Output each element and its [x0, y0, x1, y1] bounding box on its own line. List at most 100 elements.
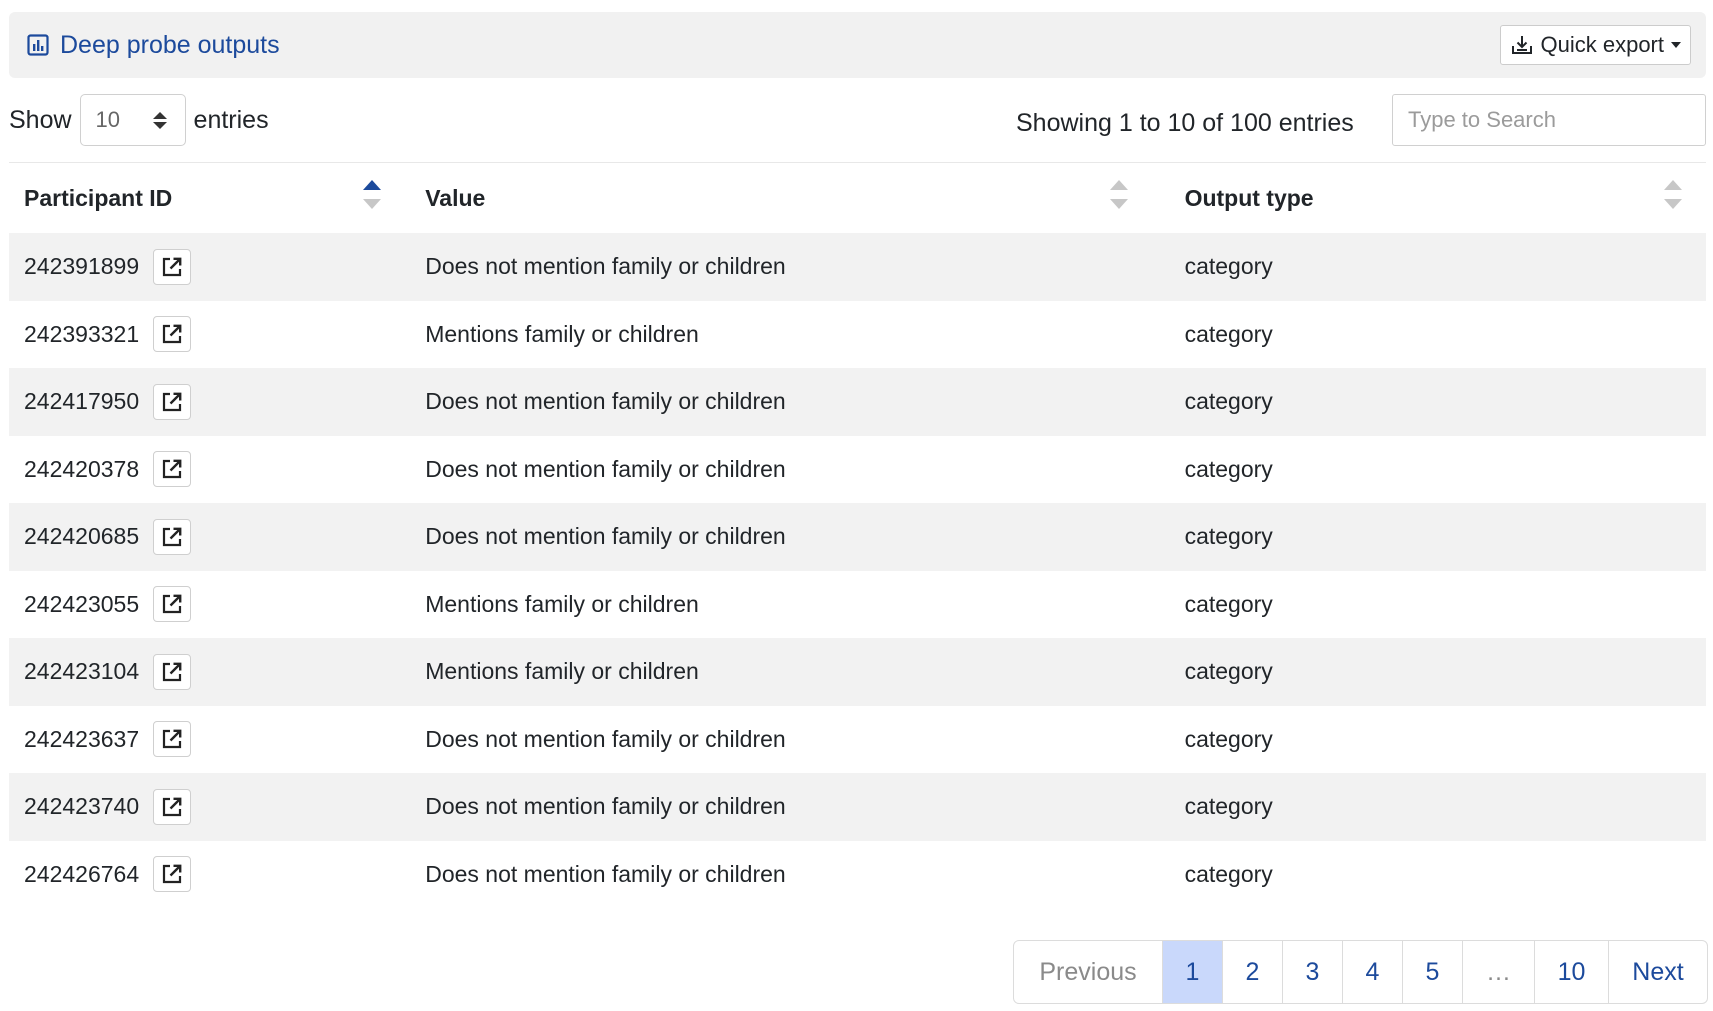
participant-id: 242420685	[24, 523, 140, 550]
participant-id: 242393321	[24, 320, 140, 347]
quick-export-button[interactable]: Quick export	[1499, 25, 1691, 65]
open-participant-button[interactable]	[153, 586, 192, 623]
table-row: 242423637 Does not mention family or chi…	[9, 706, 1706, 774]
table-row: 242423104 Mentions family or children ca…	[9, 638, 1706, 706]
participant-id: 242423740	[24, 793, 140, 820]
open-participant-button[interactable]	[153, 518, 192, 555]
pagination: Previous 1 2 3 4 5 … 10 Next	[1013, 940, 1708, 1004]
panel-header: Deep probe outputs Quick export	[9, 12, 1706, 78]
column-header-label: Value	[425, 184, 486, 211]
external-link-icon	[163, 324, 182, 344]
caret-down-icon	[1671, 42, 1681, 48]
next-page-button[interactable]: Next	[1608, 941, 1707, 1003]
external-link-icon	[163, 459, 182, 479]
table-row: 242417950 Does not mention family or chi…	[9, 368, 1706, 436]
page-length-select[interactable]: 10	[79, 94, 186, 146]
show-label: Show	[9, 105, 72, 134]
value-cell: Mentions family or children	[425, 590, 699, 617]
output-type-cell: category	[1153, 773, 1706, 841]
page-button-2[interactable]: 2	[1222, 941, 1282, 1003]
entries-label: entries	[193, 105, 269, 134]
page-button-10[interactable]: 10	[1534, 941, 1608, 1003]
page-button-3[interactable]: 3	[1282, 941, 1342, 1003]
table-header-row: Participant ID Value Output type	[9, 163, 1706, 234]
download-icon	[1511, 36, 1532, 54]
open-participant-button[interactable]	[153, 856, 192, 893]
page-button-4[interactable]: 4	[1342, 941, 1402, 1003]
table-row: 242426764 Does not mention family or chi…	[9, 841, 1706, 909]
external-link-icon	[163, 257, 182, 276]
table-controls: Show 10 entries Showing 1 to 10 of 100 e…	[9, 78, 1706, 162]
output-type-cell: category	[1153, 638, 1706, 706]
value-cell: Mentions family or children	[425, 320, 699, 347]
participant-id: 242423637	[24, 725, 140, 752]
output-type-cell: category	[1184, 320, 1273, 347]
output-type-cell: category	[1184, 455, 1273, 482]
column-header-output-type[interactable]: Output type	[1154, 163, 1706, 234]
value-cell: Mentions family or children	[407, 638, 1154, 706]
output-type-cell: category	[1184, 590, 1273, 617]
pagination-ellipsis: …	[1462, 941, 1534, 1003]
open-participant-button[interactable]	[153, 721, 192, 758]
panel-title-text: Deep probe outputs	[60, 30, 280, 59]
search-input[interactable]	[1392, 94, 1706, 146]
output-type-cell: category	[1184, 725, 1273, 752]
open-participant-button[interactable]	[153, 316, 192, 353]
data-table: Participant ID Value Output type 2423918…	[9, 162, 1706, 908]
select-arrows-icon	[152, 111, 167, 129]
table-body: 242391899 Does not mention family or chi…	[9, 233, 1706, 908]
external-link-icon	[163, 527, 182, 546]
value-cell: Does not mention family or children	[425, 725, 786, 752]
participant-id: 242391899	[24, 253, 140, 280]
open-participant-button[interactable]	[153, 653, 192, 690]
value-cell: Does not mention family or children	[407, 368, 1154, 436]
column-header-value[interactable]: Value	[407, 163, 1153, 234]
column-header-participant-id[interactable]: Participant ID	[9, 163, 407, 234]
table-row: 242423055 Mentions family or children ca…	[9, 571, 1706, 639]
participant-id: 242420378	[24, 455, 140, 482]
participant-id: 242417950	[24, 388, 140, 415]
value-cell: Does not mention family or children	[407, 773, 1154, 841]
external-link-icon	[163, 594, 182, 614]
chart-icon	[27, 34, 49, 56]
participant-id: 242426764	[24, 860, 140, 887]
open-participant-button[interactable]	[153, 788, 192, 825]
value-cell: Does not mention family or children	[407, 503, 1154, 571]
output-type-cell: category	[1153, 368, 1706, 436]
table-row: 242420685 Does not mention family or chi…	[9, 503, 1706, 571]
participant-id: 242423104	[24, 658, 140, 685]
external-link-icon	[163, 662, 182, 681]
page-length-value: 10	[95, 107, 121, 132]
page-button-5[interactable]: 5	[1402, 941, 1462, 1003]
panel-title: Deep probe outputs	[27, 31, 280, 60]
datatable-panel: Deep probe outputs Quick export Show 10 …	[9, 12, 1706, 908]
open-participant-button[interactable]	[153, 383, 192, 420]
sort-icon	[1664, 180, 1682, 209]
table-row: 242393321 Mentions family or children ca…	[9, 301, 1706, 369]
table-row: 242420378 Does not mention family or chi…	[9, 436, 1706, 504]
output-type-cell: category	[1153, 233, 1706, 301]
open-participant-button[interactable]	[153, 248, 192, 285]
participant-id: 242423055	[24, 590, 140, 617]
open-participant-button[interactable]	[153, 451, 192, 488]
value-cell: Does not mention family or children	[407, 233, 1154, 301]
table-info: Showing 1 to 10 of 100 entries	[1016, 109, 1354, 137]
value-cell: Does not mention family or children	[425, 860, 786, 887]
page-length-control: Show 10 entries	[9, 94, 269, 146]
table-row: 242391899 Does not mention family or chi…	[9, 233, 1706, 301]
sort-icon	[1109, 180, 1128, 209]
external-link-icon	[163, 797, 182, 816]
external-link-icon	[163, 392, 182, 411]
external-link-icon	[163, 864, 182, 884]
sort-ascending-icon	[363, 180, 382, 209]
quick-export-label: Quick export	[1540, 32, 1665, 57]
output-type-cell: category	[1153, 503, 1706, 571]
table-row: 242423740 Does not mention family or chi…	[9, 773, 1706, 841]
column-header-label: Output type	[1184, 184, 1314, 211]
external-link-icon	[163, 729, 182, 749]
previous-page-button[interactable]: Previous	[1014, 941, 1162, 1003]
column-header-label: Participant ID	[24, 184, 173, 211]
output-type-cell: category	[1184, 860, 1273, 887]
page-button-1[interactable]: 1	[1162, 941, 1222, 1003]
value-cell: Does not mention family or children	[425, 455, 786, 482]
